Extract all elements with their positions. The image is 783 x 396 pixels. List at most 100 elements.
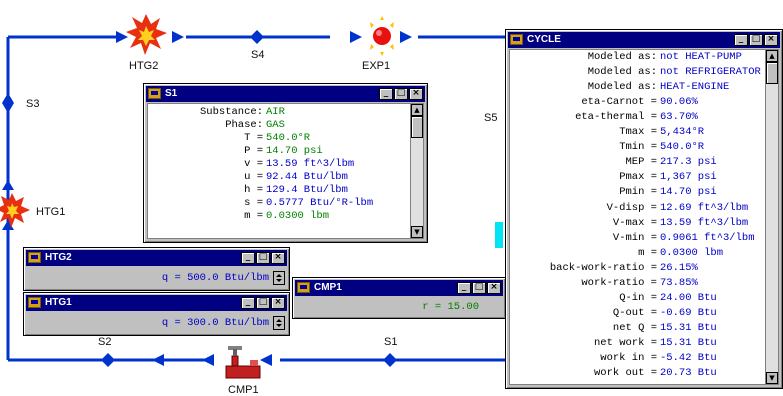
property-row: V-disp = 12.69 ft^3/lbm <box>510 202 766 215</box>
htg2-label[interactable]: HTG2 <box>129 60 158 72</box>
maximize-button[interactable]: □ <box>394 88 408 100</box>
cmp1-compressor-icon <box>225 346 261 379</box>
htg2-window[interactable]: HTG2 _ □ × q = 500.0 Btu/lbm <box>23 247 290 291</box>
scroll-up-icon[interactable]: ▲ <box>411 104 423 116</box>
close-button[interactable]: × <box>271 252 285 264</box>
property-value[interactable]: 15.31 Btu <box>660 337 717 350</box>
property-label: P = <box>244 145 263 157</box>
property-value[interactable]: 20.73 Btu <box>660 367 717 380</box>
property-value[interactable]: 5,434°R <box>660 126 704 139</box>
property-row: Modeled as: not HEAT-PUMP <box>510 51 766 64</box>
minimize-button[interactable]: _ <box>241 297 255 309</box>
property-value[interactable]: 73.85% <box>660 277 698 290</box>
property-value[interactable]: 540.0°R <box>660 141 704 154</box>
property-label: Tmax = <box>619 126 657 139</box>
property-label: V-min = <box>612 231 657 244</box>
cmp1-r-field[interactable]: r = 15.00 <box>422 300 479 314</box>
scroll-thumb[interactable] <box>411 116 423 138</box>
property-value[interactable]: 14.70 psi <box>660 186 717 199</box>
property-value[interactable]: 1,367 psi <box>660 171 717 184</box>
property-value[interactable]: 0.5777 Btu/°R-lbm <box>266 197 373 210</box>
minimize-button[interactable]: _ <box>734 34 748 46</box>
minimize-button[interactable]: _ <box>457 282 471 294</box>
cmp1-window[interactable]: CMP1 _ □ × r = 15.00 <box>292 277 506 319</box>
property-label: work in = <box>600 352 657 364</box>
htg1-label[interactable]: HTG1 <box>36 206 65 218</box>
htg2-q-spinner[interactable] <box>273 271 285 285</box>
property-label: Modeled as: <box>587 66 657 79</box>
property-row: Tmin = 540.0°R <box>510 141 766 154</box>
scroll-down-icon[interactable]: ▼ <box>411 226 423 238</box>
scrollbar[interactable]: ▲ ▼ <box>765 50 778 384</box>
property-label: Pmin = <box>619 186 657 199</box>
htg1-q-field[interactable]: q = 300.0 Btu/lbm <box>162 316 269 330</box>
close-button[interactable]: × <box>764 34 778 46</box>
scrollbar[interactable]: ▲ ▼ <box>410 104 423 238</box>
property-value[interactable]: GAS <box>266 119 285 132</box>
maximize-button[interactable]: □ <box>749 34 763 46</box>
property-row: MEP = 217.3 psi <box>510 156 766 169</box>
htg2-q-field[interactable]: q = 500.0 Btu/lbm <box>162 271 269 285</box>
htg1-window-titlebar[interactable]: HTG1 _ □ × <box>26 295 287 311</box>
property-value[interactable]: 540.0°R <box>266 132 310 145</box>
property-value[interactable]: -5.42 Btu <box>660 352 717 365</box>
flow-arrow <box>172 31 184 43</box>
s3-label[interactable]: S3 <box>26 98 39 110</box>
cmp1-window-titlebar[interactable]: CMP1 _ □ × <box>295 280 503 296</box>
property-value[interactable]: not REFRIGERATOR <box>660 66 761 79</box>
property-value[interactable]: 0.0300 lbm <box>660 247 723 260</box>
property-value[interactable]: 0.9061 ft^3/lbm <box>660 232 755 245</box>
property-row: net Q = 15.31 Btu <box>510 322 766 335</box>
exp1-label[interactable]: EXP1 <box>362 60 390 72</box>
property-value[interactable]: 217.3 psi <box>660 156 717 169</box>
maximize-button[interactable]: □ <box>472 282 486 294</box>
property-row: m = 0.0300 lbm <box>148 210 411 223</box>
s1-window-titlebar[interactable]: S1 _ □ × <box>146 86 425 102</box>
property-row: eta-Carnot = 90.06% <box>510 96 766 109</box>
scroll-thumb[interactable] <box>766 62 778 84</box>
property-label: Phase: <box>225 119 263 131</box>
s1-label[interactable]: S1 <box>384 336 397 348</box>
close-button[interactable]: × <box>271 297 285 309</box>
cmp1-label[interactable]: CMP1 <box>228 384 259 396</box>
htg1-window[interactable]: HTG1 _ □ × q = 300.0 Btu/lbm <box>23 292 290 336</box>
scroll-down-icon[interactable]: ▼ <box>766 372 778 384</box>
htg1-q-spinner[interactable] <box>273 316 285 330</box>
property-value[interactable]: 0.0300 lbm <box>266 210 329 223</box>
s2-label[interactable]: S2 <box>98 336 111 348</box>
property-value[interactable]: 12.69 ft^3/lbm <box>660 202 748 215</box>
property-value[interactable]: 26.15% <box>660 262 698 275</box>
minimize-button[interactable]: _ <box>379 88 393 100</box>
property-value[interactable]: 14.70 psi <box>266 145 323 158</box>
htg2-window-title: HTG2 <box>45 252 72 263</box>
maximize-button[interactable]: □ <box>256 297 270 309</box>
minimize-button[interactable]: _ <box>241 252 255 264</box>
s4-label[interactable]: S4 <box>251 49 264 61</box>
property-value[interactable]: 129.4 Btu/lbm <box>266 184 348 197</box>
property-row: back-work-ratio = 26.15% <box>510 262 766 275</box>
maximize-button[interactable]: □ <box>256 252 270 264</box>
close-button[interactable]: × <box>409 88 423 100</box>
s1-window-body: ▲ ▼ Substance: AIR Phase: GAS T = 540.0°R P = 1… <box>147 103 424 239</box>
property-label: back-work-ratio = <box>549 261 657 274</box>
property-value[interactable]: HEAT-ENGINE <box>660 81 729 94</box>
property-row: Modeled as: not REFRIGERATOR <box>510 66 766 79</box>
cycle-window[interactable]: CYCLE _ □ × ▲ ▼ Modeled as: not HEAT-PUMP… <box>505 29 783 389</box>
s5-label[interactable]: S5 <box>484 112 497 124</box>
property-value[interactable]: 90.06% <box>660 96 698 109</box>
property-value[interactable]: 15.31 Btu <box>660 322 717 335</box>
property-value[interactable]: 13.59 ft^3/lbm <box>266 158 354 171</box>
property-value[interactable]: -0.69 Btu <box>660 307 717 320</box>
property-value[interactable]: AIR <box>266 106 285 119</box>
property-value[interactable]: 24.00 Btu <box>660 292 717 305</box>
cycle-window-titlebar[interactable]: CYCLE _ □ × <box>508 32 780 48</box>
property-value[interactable]: 13.59 ft^3/lbm <box>660 217 748 230</box>
close-button[interactable]: × <box>487 282 501 294</box>
scroll-up-icon[interactable]: ▲ <box>766 50 778 62</box>
property-value[interactable]: not HEAT-PUMP <box>660 51 742 64</box>
property-value[interactable]: 63.70% <box>660 111 698 124</box>
s1-window[interactable]: S1 _ □ × ▲ ▼ Substance: AIR Phase: GAS T = 54… <box>143 83 428 243</box>
property-label: u = <box>244 171 263 183</box>
property-value[interactable]: 92.44 Btu/lbm <box>266 171 348 184</box>
htg2-window-titlebar[interactable]: HTG2 _ □ × <box>26 250 287 266</box>
